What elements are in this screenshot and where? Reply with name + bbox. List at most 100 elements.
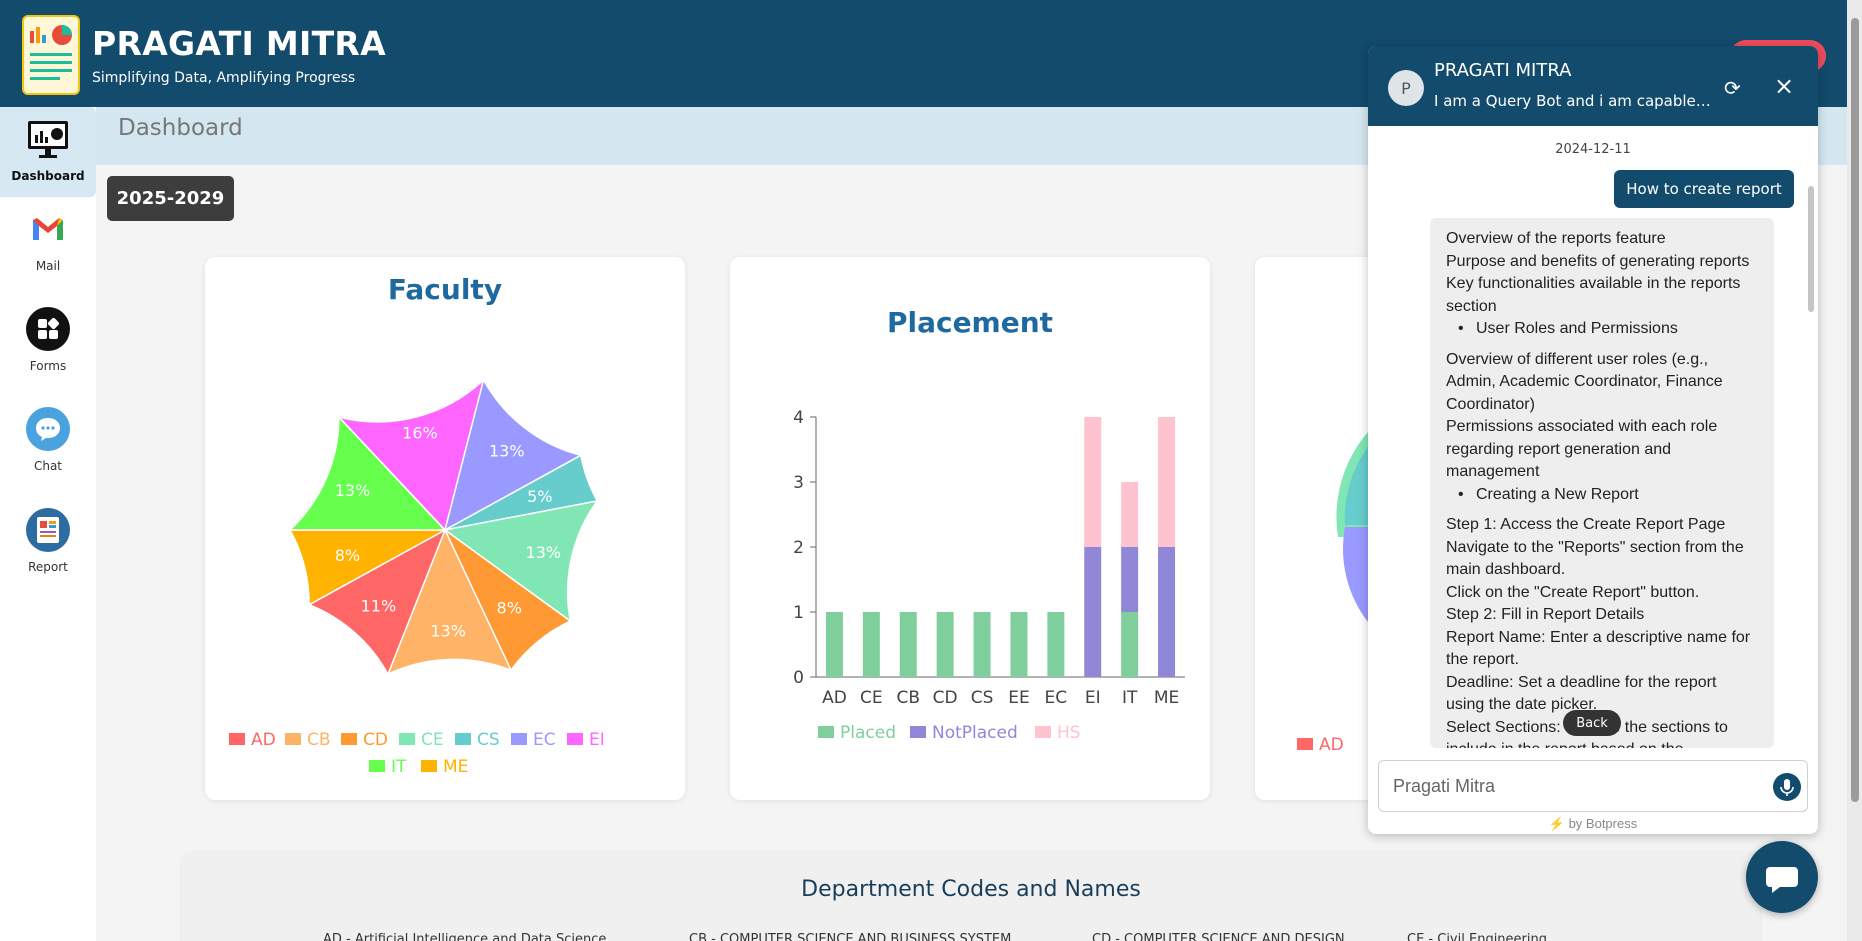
dept-chip-ce: CE - Civil Engineering: [1407, 932, 1547, 941]
pie-slice-label: 13%: [526, 543, 562, 562]
sidebar-item-report[interactable]: Report: [0, 498, 96, 588]
dept-chip-ad: AD - Artificial Intelligence and Data Sc…: [323, 932, 607, 941]
department-section-title: Department Codes and Names: [801, 877, 1141, 902]
dept-chip-cb: CB - COMPUTER SCIENCE AND BUSINESS SYSTE…: [689, 932, 1012, 941]
page-title: Dashboard: [118, 115, 243, 141]
chat-toggle-button[interactable]: [1746, 841, 1818, 913]
bar-placed-cb[interactable]: [899, 612, 917, 677]
dept-chip-cd: CD - COMPUTER SCIENCE AND DESIGN: [1092, 932, 1345, 941]
bar-placed-ad[interactable]: [825, 612, 843, 677]
pie-slice-label: 8%: [497, 599, 522, 618]
legend-item-cb[interactable]: CB: [285, 730, 331, 750]
chat-scrollbar[interactable]: [1808, 186, 1814, 312]
legend-item-placed[interactable]: Placed: [818, 723, 896, 743]
bot-line: Click on the "Create Report" button.: [1446, 583, 1700, 601]
sidebar-item-chat[interactable]: Chat: [0, 397, 96, 487]
pie-slice-label: 13%: [430, 622, 466, 641]
x-tick-label: IT: [1122, 688, 1138, 708]
bot-name: PRAGATI MITRA: [1434, 60, 1572, 81]
bar-notplaced-ei[interactable]: [1084, 547, 1102, 677]
sidebar-label: Forms: [29, 359, 67, 373]
brand-subtitle: Simplifying Data, Amplifying Progress: [92, 70, 356, 86]
legend-item-ad[interactable]: AD: [1297, 735, 1344, 755]
chat-input[interactable]: Pragati Mitra: [1378, 760, 1808, 812]
sidebar-label: Report: [28, 560, 68, 574]
refresh-icon[interactable]: ⟳: [1724, 76, 1741, 100]
pie-slice-label: 11%: [361, 597, 397, 616]
bar-placed-cs[interactable]: [973, 612, 991, 677]
x-tick-label: EE: [1008, 688, 1029, 708]
microphone-icon[interactable]: [1773, 773, 1801, 801]
brand-title: PRAGATI MITRA: [92, 24, 386, 63]
bar-notplaced-it[interactable]: [1121, 547, 1139, 612]
legend-item-notplaced[interactable]: NotPlaced: [910, 723, 1018, 743]
lightning-icon: ⚡: [1548, 816, 1565, 831]
sidebar-item-dashboard[interactable]: Dashboard: [0, 107, 96, 197]
report-icon: [26, 508, 70, 552]
powered-by: ⚡ by Botpress: [1548, 816, 1638, 831]
chat-bubble-icon: [1766, 867, 1798, 893]
y-tick-label: 2: [793, 538, 804, 558]
x-tick-label: CS: [971, 688, 994, 708]
bot-line: Permissions associated with each role re…: [1446, 418, 1718, 480]
faculty-card: Faculty 13% 16% 13% 5% 13% 8% 13% 11% 8% AD CB C…: [205, 257, 685, 800]
x-tick-label: AD: [822, 688, 847, 708]
app-logo: [22, 15, 80, 95]
faculty-title: Faculty: [387, 273, 503, 306]
bar-placed-cd[interactable]: [936, 612, 954, 677]
chatbot-header: P PRAGATI MITRA I am a Query Bot and i a…: [1368, 46, 1818, 126]
chat-bubble-icon: [26, 407, 70, 451]
bot-bullet: User Roles and Permissions: [1446, 318, 1758, 341]
x-tick-label: ME: [1154, 688, 1179, 708]
bar-hs-me[interactable]: [1158, 417, 1176, 547]
x-tick-label: CE: [860, 688, 883, 708]
legend-item-ad[interactable]: AD: [229, 730, 276, 750]
pie-slice-label: 5%: [527, 487, 552, 506]
legend-item-cs[interactable]: CS: [455, 730, 500, 750]
bar-notplaced-me[interactable]: [1158, 547, 1176, 677]
back-button[interactable]: Back: [1563, 710, 1621, 736]
app-root: PRAGATI MITRA Simplifying Data, Amplifyi…: [0, 0, 1862, 941]
sidebar-label: Mail: [35, 259, 61, 273]
legend-item-cd[interactable]: CD: [341, 730, 388, 750]
legend-item-me[interactable]: ME: [421, 757, 468, 777]
bar-hs-it[interactable]: [1121, 482, 1139, 547]
x-tick-label: EC: [1045, 688, 1068, 708]
legend-item-hs[interactable]: HS: [1035, 723, 1081, 743]
bar-placed-ee[interactable]: [1010, 612, 1028, 677]
sidebar-label: Dashboard: [11, 169, 85, 183]
bot-description: I am a Query Bot and i am capable o...: [1434, 92, 1714, 110]
bot-line: Overview of different user roles (e.g., …: [1446, 350, 1723, 413]
legend-item-ce[interactable]: CE: [399, 730, 444, 750]
bot-line: Overview of the reports feature: [1446, 230, 1666, 247]
placement-card: Placement 0 1 2 3 4 AD CE CB CD CS EE EC EI IT ME Plac…: [730, 257, 1210, 800]
pie-slice-label: 13%: [335, 481, 371, 500]
bot-line: Key functionalities available in the rep…: [1446, 275, 1741, 315]
legend-item-ec[interactable]: EC: [511, 730, 556, 750]
bar-placed-it[interactable]: [1121, 612, 1139, 677]
bot-line: Step 1: Access the Create Report Page: [1446, 516, 1726, 533]
legend-item-it[interactable]: IT: [369, 757, 406, 777]
x-tick-label: CD: [933, 688, 958, 708]
page-scrollbar-thumb[interactable]: [1851, 18, 1859, 802]
bot-line: Purpose and benefits of generating repor…: [1446, 252, 1750, 270]
sidebar-label: Chat: [33, 459, 63, 473]
pie-slice-label: 16%: [402, 423, 438, 442]
y-tick-label: 4: [793, 408, 804, 428]
pie-slice-label: 8%: [335, 546, 360, 565]
year-selector[interactable]: 2025-2029: [107, 176, 234, 221]
bot-line: Report Name: Enter a descriptive name fo…: [1446, 628, 1751, 669]
chat-date: 2024-12-11: [1555, 142, 1631, 157]
sidebar-item-forms[interactable]: Forms: [0, 297, 96, 387]
bot-avatar: P: [1388, 70, 1424, 106]
bar-placed-ec[interactable]: [1047, 612, 1065, 677]
dashboard-monitor-icon: [26, 117, 70, 161]
bot-bullet: Creating a New Report: [1446, 484, 1758, 507]
close-icon[interactable]: ×: [1774, 72, 1794, 100]
legend-item-ei[interactable]: EI: [567, 730, 605, 750]
bar-placed-ce[interactable]: [862, 612, 880, 677]
bot-line: Step 2: Fill in Report Details: [1446, 606, 1645, 623]
bar-hs-ei[interactable]: [1084, 417, 1102, 547]
chat-input-placeholder: Pragati Mitra: [1393, 776, 1496, 796]
sidebar-item-mail[interactable]: Mail: [0, 197, 96, 287]
